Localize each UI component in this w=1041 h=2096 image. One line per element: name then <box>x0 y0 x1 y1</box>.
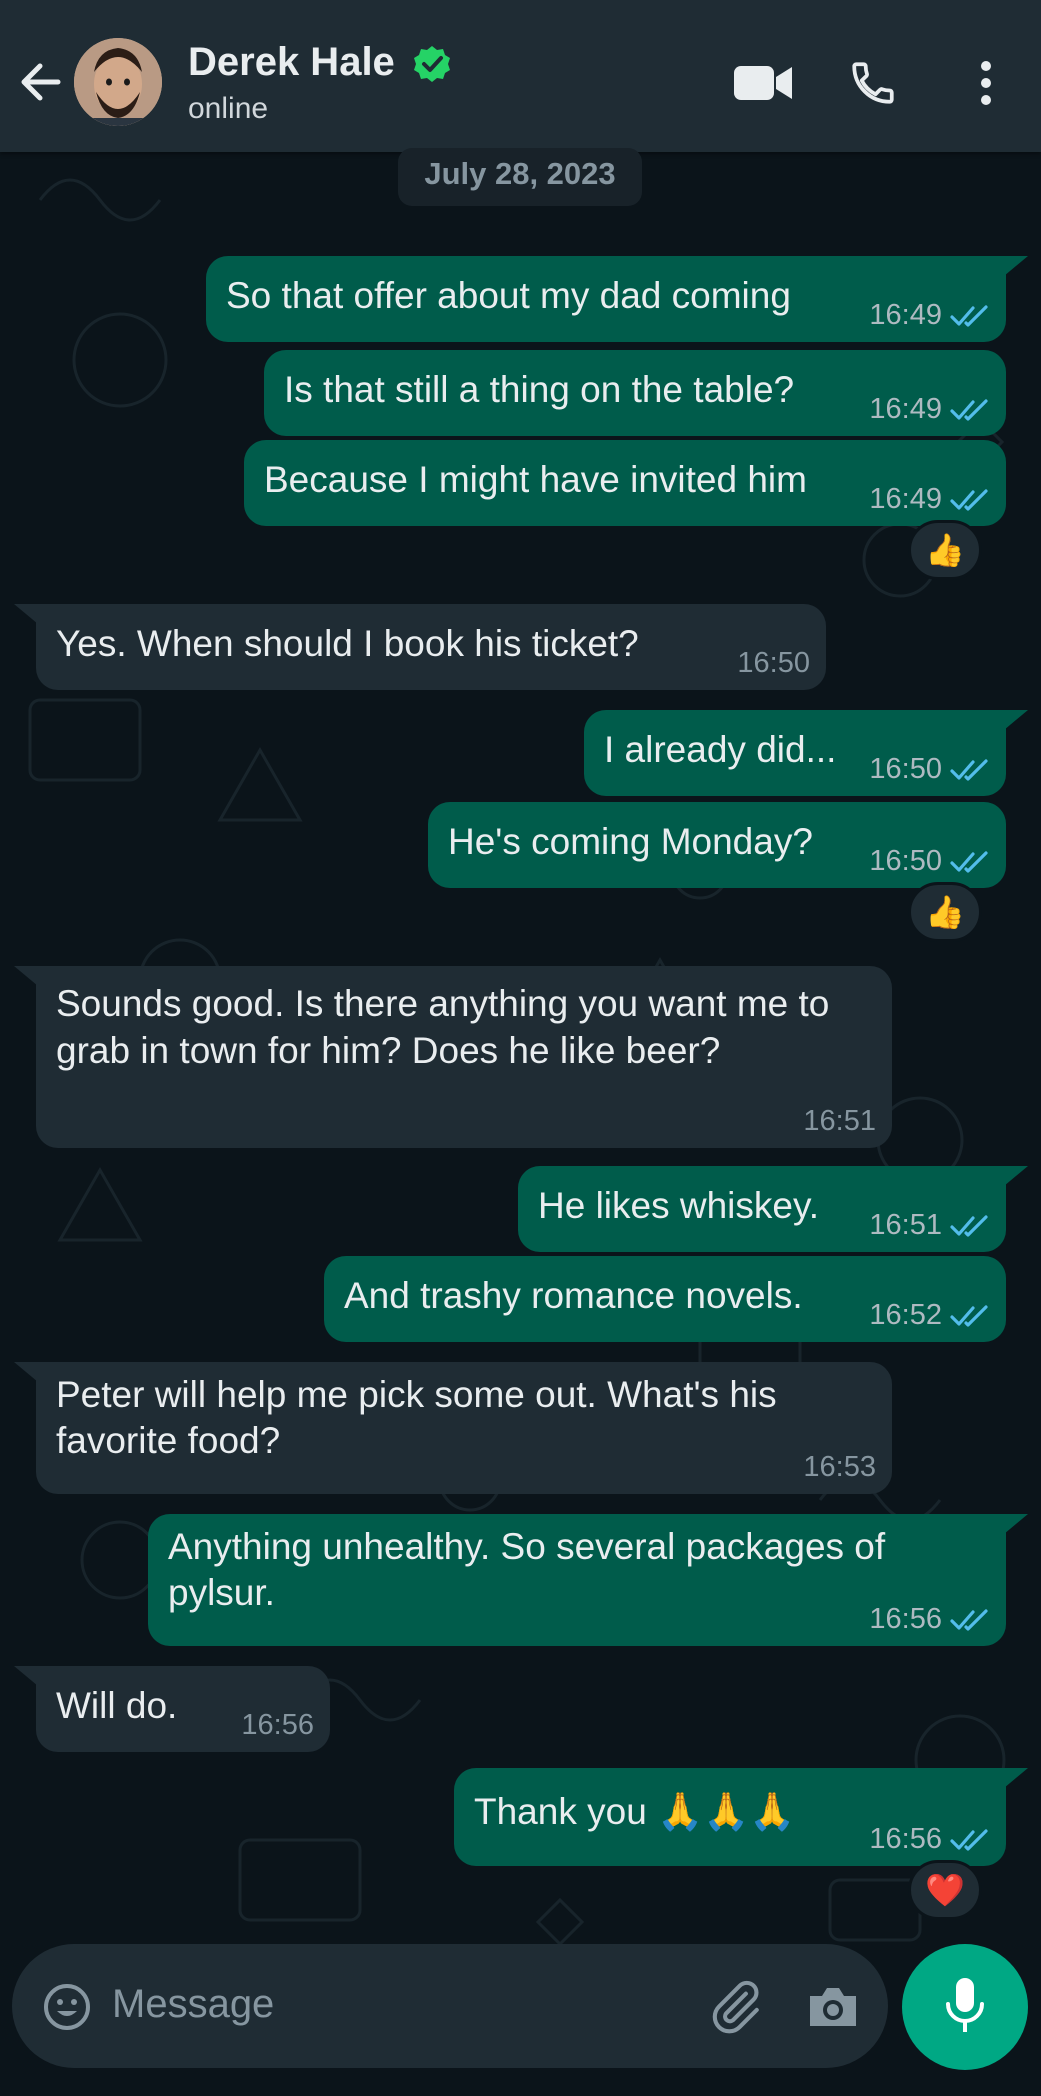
chat-header: Derek Hale online <box>0 0 1041 152</box>
message-bubble-incoming[interactable]: Sounds good. Is there anything you want … <box>14 966 892 1148</box>
read-receipt-icon <box>950 1214 988 1237</box>
message-text: Anything unhealthy. So several packages … <box>168 1526 886 1613</box>
bubble-tail <box>1004 256 1028 276</box>
read-receipt-icon <box>950 1828 988 1851</box>
emoji-icon[interactable] <box>42 1982 92 2032</box>
bubble-tail <box>1004 1514 1028 1534</box>
read-receipt-icon <box>950 398 988 421</box>
read-receipt-icon <box>950 488 988 511</box>
message-bubble-incoming[interactable]: Will do. 16:56 <box>14 1666 330 1752</box>
microphone-icon <box>946 1978 984 2032</box>
thumbs-up-reaction: 👍 <box>925 532 965 568</box>
microphone-button[interactable] <box>902 1944 1028 2070</box>
read-receipt-icon <box>950 758 988 781</box>
message-time: 16:50 <box>869 845 942 877</box>
verified-badge-icon <box>412 44 452 84</box>
message-bubble-outgoing[interactable]: And trashy romance novels. 16:52 <box>324 1256 1006 1342</box>
message-time: 16:49 <box>869 483 942 515</box>
more-options-icon[interactable] <box>970 58 1002 108</box>
read-receipt-icon <box>950 1608 988 1631</box>
message-time: 16:49 <box>869 299 942 331</box>
message-text: Is that still a thing on the table? <box>284 369 795 410</box>
message-time: 16:56 <box>869 1603 942 1635</box>
bubble-tail <box>1004 1166 1028 1186</box>
message-text: So that offer about my dad coming <box>226 275 791 316</box>
message-bubble-outgoing[interactable]: Is that still a thing on the table? 16:4… <box>264 350 1006 436</box>
message-text: Thank you 🙏🙏🙏 <box>474 1791 796 1832</box>
message-text: Yes. When should I book his ticket? <box>56 623 639 664</box>
message-composer[interactable]: Message <box>12 1944 888 2068</box>
bubble-tail <box>14 966 38 986</box>
bubble-tail <box>14 604 38 624</box>
message-time: 16:52 <box>869 1299 942 1331</box>
message-bubble-outgoing[interactable]: I already did... 16:50 <box>584 710 1028 796</box>
contact-name[interactable]: Derek Hale <box>188 40 395 85</box>
message-text: Peter will help me pick some out. What's… <box>56 1374 777 1461</box>
bubble-tail <box>14 1666 38 1686</box>
back-arrow-icon[interactable] <box>14 54 70 110</box>
message-time: 16:49 <box>869 393 942 425</box>
read-receipt-icon <box>950 850 988 873</box>
avatar[interactable] <box>74 38 162 126</box>
message-time: 16:51 <box>803 1105 876 1137</box>
message-time: 16:51 <box>869 1209 942 1241</box>
attach-icon[interactable] <box>706 1978 764 2036</box>
message-text: I already did... <box>604 729 837 770</box>
message-bubble-incoming[interactable]: Yes. When should I book his ticket? 16:5… <box>14 604 826 690</box>
read-receipt-icon <box>950 1304 988 1327</box>
message-bubble-outgoing[interactable]: Anything unhealthy. So several packages … <box>148 1514 1028 1646</box>
reaction-badge[interactable]: 👍 <box>908 520 982 580</box>
voice-call-icon[interactable] <box>848 58 898 108</box>
message-text: Sounds good. Is there anything you want … <box>56 983 830 1071</box>
date-divider: July 28, 2023 <box>398 148 642 206</box>
camera-icon[interactable] <box>806 1984 860 2030</box>
thumbs-up-reaction: 👍 <box>925 894 965 930</box>
message-time: 16:56 <box>869 1823 942 1855</box>
message-bubble-outgoing[interactable]: So that offer about my dad coming 16:49 <box>206 256 1028 342</box>
bubble-tail <box>14 1362 38 1382</box>
reaction-badge[interactable]: ❤️ <box>908 1860 982 1920</box>
bubble-tail <box>1004 1768 1028 1788</box>
message-bubble-outgoing[interactable]: He likes whiskey. 16:51 <box>518 1166 1028 1252</box>
message-text: He likes whiskey. <box>538 1185 820 1226</box>
message-bubble-outgoing[interactable]: Thank you 🙏🙏🙏 16:56 <box>454 1768 1028 1866</box>
message-time: 16:53 <box>803 1451 876 1483</box>
message-text: And trashy romance novels. <box>344 1275 803 1316</box>
heart-reaction: ❤️ <box>925 1872 965 1908</box>
message-text: Will do. <box>56 1685 178 1726</box>
bubble-tail <box>1004 710 1028 730</box>
contact-status: online <box>188 92 269 125</box>
message-text: He's coming Monday? <box>448 821 813 862</box>
message-time: 16:50 <box>737 647 810 679</box>
message-input[interactable]: Message <box>112 1982 274 2027</box>
message-time: 16:56 <box>241 1709 314 1741</box>
message-time: 16:50 <box>869 753 942 785</box>
video-call-icon[interactable] <box>732 62 794 104</box>
read-receipt-icon <box>950 304 988 327</box>
reaction-badge[interactable]: 👍 <box>908 882 982 942</box>
message-bubble-outgoing[interactable]: He's coming Monday? 16:50 <box>428 802 1006 888</box>
message-bubble-outgoing[interactable]: Because I might have invited him 16:49 <box>244 440 1006 526</box>
message-bubble-incoming[interactable]: Peter will help me pick some out. What's… <box>14 1362 892 1494</box>
message-text: Because I might have invited him <box>264 459 807 500</box>
